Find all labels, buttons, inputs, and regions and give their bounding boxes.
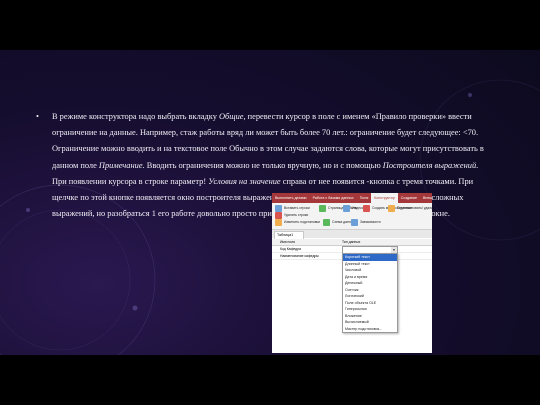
text-run: В режиме конструктора надо выбрать вклад… [52,112,219,121]
bullet-marker: • [36,112,39,121]
header-field-name: Имя поля [280,240,296,244]
grid-header: Имя поля Тип данных [272,239,432,246]
ribbon-command[interactable]: Изменить подстановки [284,220,320,224]
top-letterbox-bar [0,0,540,50]
ribbon-command[interactable]: Переименовать/ удалить макрос [397,206,432,210]
ribbon-command-icon [363,205,370,212]
data-type-option[interactable]: Мастер подстановок... [343,326,397,333]
ribbon-command-icon [388,205,395,212]
field-name-cell[interactable]: Код Кафедра [280,246,301,252]
ribbon-command-icon [323,219,330,226]
deco-dot [132,305,138,311]
ribbon-tab[interactable]: Работа с базами данных [310,196,357,200]
ribbon-command[interactable]: Вставить строки [284,206,310,210]
deco-ring-small [0,209,131,351]
access-table-design-screenshot: Выполнить датами Работа с базами данных По… [272,193,432,353]
ribbon-command-icon [343,205,350,212]
ribbon-command-icon [275,212,282,219]
ribbon-tabs: Выполнить датами Работа с базами данных По… [272,193,432,203]
ribbon-command[interactable]: Зависимости [360,220,381,224]
ribbon-command[interactable]: Удалить строки [284,213,308,217]
ribbon-command-icon [275,205,282,212]
deco-dot [26,208,30,212]
text-run: . Вводить ограничения можно не только вр… [142,160,383,170]
ribbon-tab[interactable]: Внешние [420,196,432,200]
object-tab-table1[interactable]: Таблица1 [274,231,304,239]
bottom-letterbox-bar [0,355,540,405]
ribbon-tab[interactable]: Поля [357,196,372,200]
deco-dot [468,93,472,97]
ribbon-tab[interactable]: Конструктор [371,193,398,203]
ribbon-commands: Вставить строки Удалить строки Изменить по… [272,203,432,230]
ribbon-command-icon [275,219,282,226]
ribbon-command-icon [351,219,358,226]
header-data-type: Тип данных [342,240,361,244]
emphasized-term: Общие [218,112,244,121]
emphasized-term: Примечание [98,160,143,170]
data-type-dropdown-list: Короткий текст Длинный текст Числовой Дата … [342,253,398,333]
emphasized-term: Построителя выражений [382,160,477,170]
ribbon-tab[interactable]: Выполнить датами [272,196,310,200]
ribbon-tab[interactable]: Создание [398,196,420,200]
object-tab-bar: Таблица1 [272,230,432,239]
ribbon-command-icon [319,205,326,212]
emphasized-term: Условия на значение [208,176,281,186]
field-name-cell[interactable]: Наименование кафедры [280,253,319,259]
